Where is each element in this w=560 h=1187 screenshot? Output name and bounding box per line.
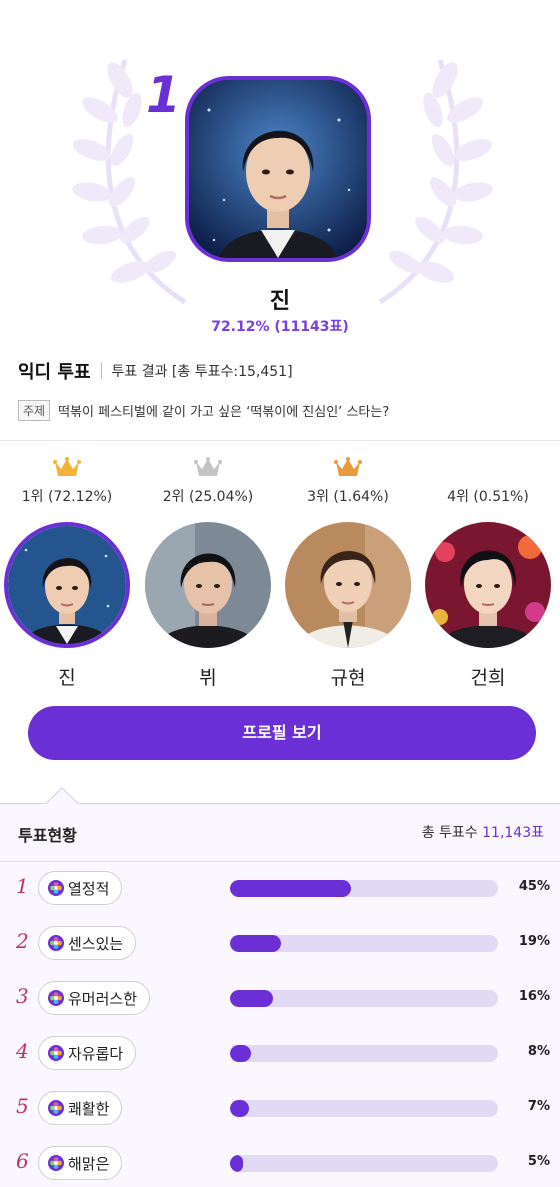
candidate-rank-label: 1위 (72.12%) xyxy=(21,489,113,505)
trait-label: 자유롭다 xyxy=(68,1044,124,1063)
candidate-photo[interactable] xyxy=(4,522,130,648)
trait-row: 3 유머러스한 16% xyxy=(0,979,560,1019)
trait-bar-fill xyxy=(230,935,281,952)
trait-rank: 3 xyxy=(16,984,29,1008)
trait-bar-fill xyxy=(230,1100,249,1117)
status-total-label: 총 투표수 xyxy=(421,825,478,841)
trait-chip[interactable]: 자유롭다 xyxy=(38,1036,137,1070)
trait-rank: 6 xyxy=(16,1149,29,1173)
vote-flower-icon xyxy=(48,990,64,1006)
bronze-crown-icon xyxy=(334,457,362,476)
trait-bar-fill xyxy=(230,880,351,897)
trait-label: 해맑은 xyxy=(68,1154,110,1173)
trait-percent: 19% xyxy=(518,934,550,949)
trait-bar-fill xyxy=(230,990,273,1007)
candidate-name: 뷔 xyxy=(199,667,217,689)
panel-pointer xyxy=(46,787,78,804)
vote-flower-icon xyxy=(48,880,64,896)
candidate-name: 진 xyxy=(58,667,76,689)
trait-rank: 2 xyxy=(16,929,29,953)
laurel-right-icon xyxy=(378,59,493,305)
candidate-4[interactable]: 4위 (0.51%) 건희 xyxy=(423,456,553,696)
trait-bar-track xyxy=(230,1100,498,1117)
topic-tag: 주제 xyxy=(18,399,51,421)
header-separator xyxy=(100,363,102,379)
vote-header: 익디 투표 투표 결과 [총 투표수:15,451] xyxy=(18,358,293,384)
trait-percent: 16% xyxy=(518,989,550,1004)
trait-rank: 1 xyxy=(16,874,29,898)
candidate-rank-label: 4위 (0.51%) xyxy=(447,489,529,505)
section-divider xyxy=(0,440,560,441)
vote-flower-icon xyxy=(48,1100,64,1116)
winner-hero: 1 진 72.12% (11143표) xyxy=(0,0,560,345)
trait-bar-track xyxy=(230,880,498,897)
status-title: 투표현황 xyxy=(18,826,77,845)
trait-label: 열정적 xyxy=(68,879,110,898)
silver-crown-icon xyxy=(194,457,222,476)
candidate-1[interactable]: 1위 (72.12%) 진 xyxy=(2,456,132,696)
candidate-3[interactable]: 3위 (1.64%) 규현 xyxy=(283,456,413,696)
trait-chip[interactable]: 해맑은 xyxy=(38,1146,123,1180)
trait-percent: 45% xyxy=(518,879,550,894)
vote-topic: 주제 떡볶이 페스티벌에 같이 가고 싶은 ‘떡볶이에 진심인’ 스타는? xyxy=(18,399,389,421)
status-total-value: 11,143표 xyxy=(482,825,544,841)
trait-bar-track xyxy=(230,935,498,952)
trait-bar-fill xyxy=(230,1045,252,1062)
candidate-rank-label: 2위 (25.04%) xyxy=(162,489,254,505)
candidate-name: 규현 xyxy=(330,667,366,689)
trait-label: 센스있는 xyxy=(68,934,124,953)
candidate-2[interactable]: 2위 (25.04%) 뷔 xyxy=(143,456,273,696)
gold-crown-icon xyxy=(53,457,81,476)
trait-percent: 7% xyxy=(527,1099,550,1114)
trait-row: 2 센스있는 19% xyxy=(0,924,560,964)
candidate-rank-label: 3위 (1.64%) xyxy=(307,489,389,505)
status-divider xyxy=(0,861,560,862)
trait-bar-fill xyxy=(230,1155,244,1172)
candidate-photo[interactable] xyxy=(425,522,551,648)
trait-row: 6 해맑은 5% xyxy=(0,1144,560,1184)
trait-bar-track xyxy=(230,1155,498,1172)
topic-text: 떡볶이 페스티벌에 같이 가고 싶은 ‘떡볶이에 진심인’ 스타는? xyxy=(58,404,390,420)
trait-percent: 8% xyxy=(527,1044,550,1059)
winner-rank: 1 xyxy=(146,66,181,124)
vote-flower-icon xyxy=(48,1045,64,1061)
winner-photo xyxy=(185,76,371,262)
trait-row: 5 쾌활한 7% xyxy=(0,1089,560,1129)
winner-name: 진 xyxy=(269,289,291,314)
trait-chip[interactable]: 유머러스한 xyxy=(38,981,151,1015)
trait-rank: 4 xyxy=(16,1039,29,1063)
trait-label: 쾌활한 xyxy=(68,1099,110,1118)
trait-chip[interactable]: 센스있는 xyxy=(38,926,137,960)
vote-title: 익디 투표 xyxy=(18,362,91,383)
trait-chip[interactable]: 쾌활한 xyxy=(38,1091,123,1125)
trait-bar-track xyxy=(230,1045,498,1062)
candidate-photo[interactable] xyxy=(145,522,271,648)
vote-result-label: 투표 결과 [총 투표수:15,451] xyxy=(111,364,293,380)
trait-row: 4 자유롭다 8% xyxy=(0,1034,560,1074)
candidate-name: 건희 xyxy=(470,667,506,689)
trait-rank: 5 xyxy=(16,1094,29,1118)
status-total: 총 투표수 11,143표 xyxy=(422,822,544,842)
trait-row: 1 열정적 45% xyxy=(0,869,560,909)
trait-chip[interactable]: 열정적 xyxy=(38,871,123,905)
vote-flower-icon xyxy=(48,935,64,951)
profile-view-button[interactable]: 프로필 보기 xyxy=(28,706,536,760)
candidate-photo[interactable] xyxy=(285,522,411,648)
trait-label: 유머러스한 xyxy=(68,989,138,1008)
trait-percent: 5% xyxy=(527,1154,550,1169)
winner-score: 72.12% (11143표) xyxy=(211,319,349,335)
vote-flower-icon xyxy=(48,1155,64,1171)
trait-bar-track xyxy=(230,990,498,1007)
